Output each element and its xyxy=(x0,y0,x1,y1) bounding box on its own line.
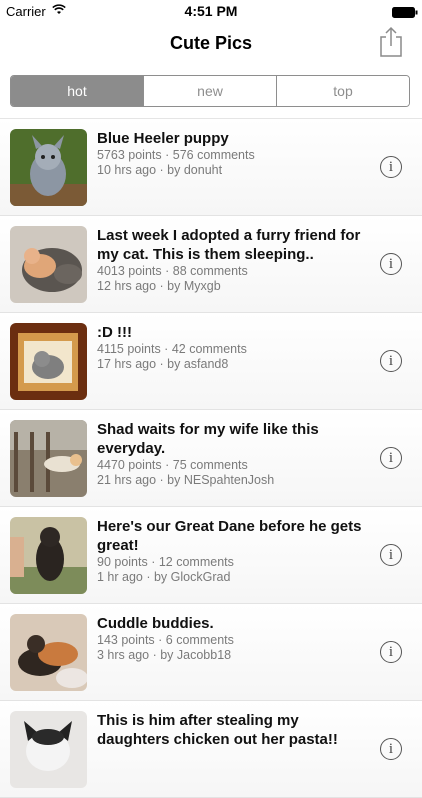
list-item[interactable]: Last week I adopted a furry friend for m… xyxy=(0,216,422,313)
battery-icon xyxy=(392,6,418,18)
post-time-author: 17 hrs ago · by asfand8 xyxy=(97,357,229,371)
info-icon: i xyxy=(388,449,394,466)
post-time-author: 21 hrs ago · by NESpahtenJosh xyxy=(97,473,275,487)
post-title: Blue Heeler puppy xyxy=(97,130,229,147)
info-button[interactable]: i xyxy=(380,253,402,275)
post-thumbnail xyxy=(10,517,87,594)
info-button[interactable]: i xyxy=(380,447,402,469)
status-bar: Carrier 4:51 PM xyxy=(0,0,422,22)
info-button[interactable]: i xyxy=(380,738,402,760)
post-stats: 90 points · 12 comments xyxy=(97,555,234,569)
share-icon xyxy=(380,26,402,57)
list-item[interactable]: :D !!! 4115 points · 42 comments 17 hrs … xyxy=(0,313,422,410)
info-button[interactable]: i xyxy=(380,544,402,566)
post-thumbnail xyxy=(10,614,87,691)
post-title: Here's our Great Dane before he gets gre… xyxy=(97,518,362,554)
post-thumbnail xyxy=(10,420,87,497)
post-stats: 4115 points · 42 comments xyxy=(97,342,247,356)
post-thumbnail xyxy=(10,323,87,400)
post-stats: 4013 points · 88 comments xyxy=(97,264,248,278)
post-title: This is him after stealing my daughters … xyxy=(97,712,338,748)
share-button[interactable] xyxy=(378,26,404,58)
post-stats: 143 points · 6 comments xyxy=(97,633,234,647)
info-icon: i xyxy=(388,255,394,272)
info-icon: i xyxy=(388,546,394,563)
post-time-author: 10 hrs ago · by donuht xyxy=(97,163,223,177)
post-title: Shad waits for my wife like this everyda… xyxy=(97,421,319,457)
sort-segmented-control: hot new top xyxy=(10,75,410,107)
post-time-author: 12 hrs ago · by Myxgb xyxy=(97,279,221,293)
post-time-author: 1 hr ago · by GlockGrad xyxy=(97,570,231,584)
segment-top[interactable]: top xyxy=(276,76,409,106)
post-thumbnail xyxy=(10,129,87,206)
post-stats: 5763 points · 576 comments xyxy=(97,148,255,162)
list-item[interactable]: Cuddle buddies. 143 points · 6 comments … xyxy=(0,604,422,701)
post-title: :D !!! xyxy=(97,324,132,341)
info-icon: i xyxy=(388,740,394,757)
post-stats: 4470 points · 75 comments xyxy=(97,458,248,472)
segment-new[interactable]: new xyxy=(143,76,276,106)
info-button[interactable]: i xyxy=(380,350,402,372)
info-icon: i xyxy=(388,352,394,369)
post-time-author: 3 hrs ago · by Jacobb18 xyxy=(97,648,232,662)
info-icon: i xyxy=(388,158,394,175)
page-title: Cute Pics xyxy=(169,33,253,53)
list-item[interactable]: Blue Heeler puppy 5763 points · 576 comm… xyxy=(0,119,422,216)
segment-hot[interactable]: hot xyxy=(11,76,143,106)
info-button[interactable]: i xyxy=(380,156,402,178)
info-icon: i xyxy=(388,643,394,660)
navigation-bar: Cute Pics xyxy=(0,22,422,64)
list-item[interactable]: Here's our Great Dane before he gets gre… xyxy=(0,507,422,604)
post-thumbnail xyxy=(10,226,87,303)
list-item[interactable]: Shad waits for my wife like this everyda… xyxy=(0,410,422,507)
info-button[interactable]: i xyxy=(380,641,402,663)
post-list: Blue Heeler puppy 5763 points · 576 comm… xyxy=(0,118,422,798)
post-title: Last week I adopted a furry friend for m… xyxy=(97,227,361,263)
post-title: Cuddle buddies. xyxy=(97,615,214,632)
status-time: 4:51 PM xyxy=(184,3,238,19)
